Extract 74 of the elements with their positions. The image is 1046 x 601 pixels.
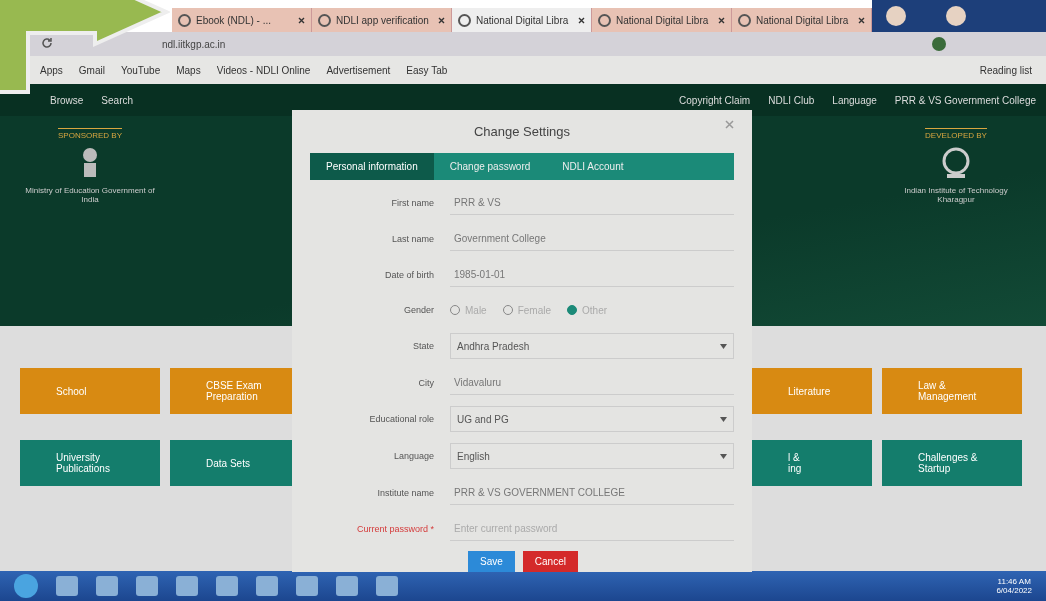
settings-tab[interactable]: NDLI Account [546,153,640,180]
settings-tab[interactable]: Change password [433,153,547,180]
clock: 11:46 AM 6/04/2022 [996,577,1032,595]
field-label: City [417,377,434,388]
sponsor-heading: SPONSORED BY [58,128,122,140]
radio-label: Male [465,304,487,316]
bookmark-link[interactable]: Maps [176,64,201,76]
taskbar-app-icon[interactable] [176,576,198,596]
taskbar-app-icon[interactable] [336,576,358,596]
field-label: Last name [390,233,434,244]
password-field[interactable]: Enter current password [450,516,734,541]
text-field[interactable]: 1985-01-01 [450,262,734,287]
nav-link[interactable]: NDLI Club [768,94,815,106]
dropdown[interactable]: English [450,443,734,469]
dialog-button[interactable]: Save [468,551,515,572]
field-label: First name [390,197,434,208]
radio-label: Female [517,304,552,316]
bookmark-link[interactable]: Videos - NDLI Online [216,64,311,76]
close-icon[interactable] [718,16,725,24]
close-icon[interactable] [438,16,445,24]
browser-tab[interactable]: National Digital Libra [732,8,872,32]
close-icon[interactable] [298,16,305,24]
category-tile[interactable]: University Publications [20,440,160,486]
field-label: Gender [402,305,434,315]
field-label: Current password * [355,523,434,534]
dialog-button[interactable]: Cancel [522,551,578,572]
sponsor-name: Ministry of Education Government of India [24,186,156,204]
caret-icon [720,343,727,349]
field-label: Date of birth [383,269,434,280]
bookmark-link[interactable]: Advertisement [326,64,391,76]
dropdown[interactable]: Andhra Pradesh [450,333,734,359]
text-field[interactable]: PRR & VS [450,190,734,215]
taskbar-app-icon[interactable] [136,576,158,596]
taskbar-app-icon[interactable] [96,576,118,596]
close-icon[interactable] [578,16,585,24]
dropdown[interactable]: UG and PG [450,406,734,432]
profile-avatar[interactable] [932,37,946,51]
browser-tab[interactable]: National Digital Libra [452,8,592,32]
nav-link[interactable]: Copyright Claim [679,94,751,106]
caret-icon [720,416,727,422]
category-tile[interactable]: Challenges & Startup [882,440,1022,486]
bookmark-link[interactable]: YouTube [120,64,161,76]
nav-link[interactable]: PRR & VS Government College [894,94,1036,106]
developer-name: Indian Institute of Technology Kharagpur [903,186,1009,204]
text-field[interactable]: PRR & VS GOVERNMENT COLLEGE [450,480,734,505]
browser-tab[interactable]: Ebook (NDL) - ... [172,8,312,32]
close-icon[interactable] [858,16,865,24]
developer-heading: DEVELOPED BY [925,128,987,140]
taskbar-app-icon[interactable] [296,576,318,596]
start-button[interactable] [14,574,38,598]
browser-tab[interactable]: National Digital Libra [592,8,732,32]
taskbar-app-icon[interactable] [376,576,398,596]
browser-tab[interactable]: NDLI app verification [312,8,452,32]
text-field[interactable]: Vidavaluru [450,370,734,395]
taskbar-app-icon[interactable] [256,576,278,596]
bookmark-link[interactable]: Apps [40,64,63,76]
field-label: Institute name [376,487,434,498]
field-label: Educational role [368,414,434,424]
taskbar-app-icon[interactable] [56,576,78,596]
radio-button[interactable] [567,305,578,315]
bookmark-link[interactable]: Gmail [78,64,105,76]
field-label: State [412,341,434,351]
nav-link[interactable]: Language [832,94,877,106]
caret-icon [720,453,727,459]
category-tile[interactable]: l & ing [752,440,872,486]
dialog-title: Change Settings [473,124,571,139]
reading-list-button[interactable]: Reading list [979,64,1032,76]
field-label: Language [392,451,434,461]
bookmark-link[interactable]: Easy Tab [406,64,448,76]
nav-link[interactable]: Browse [50,94,84,106]
text-field[interactable]: Government College [450,226,734,251]
taskbar-app-icon[interactable] [216,576,238,596]
nav-link[interactable]: Search [101,94,134,106]
settings-tab[interactable]: Personal information [310,153,434,180]
